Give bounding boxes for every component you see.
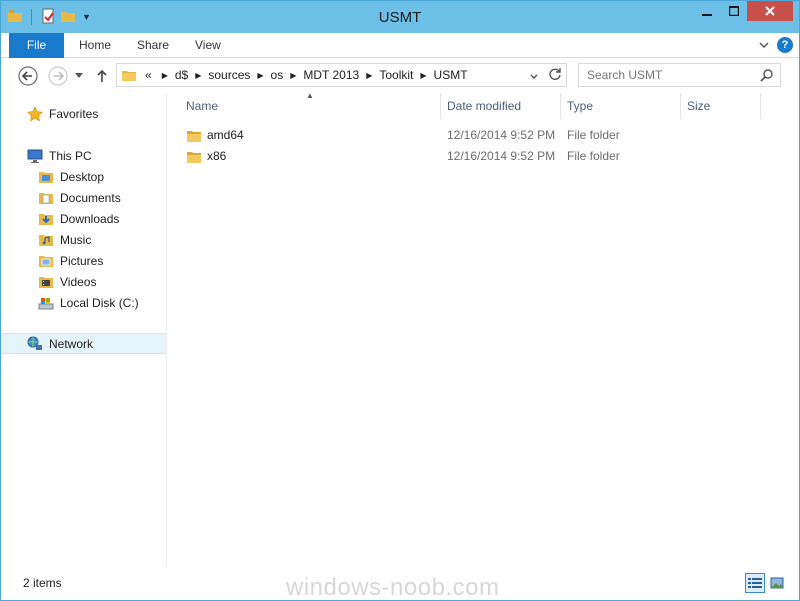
recent-locations-icon[interactable] (71, 65, 87, 87)
up-button[interactable] (93, 65, 111, 87)
folder-icon (186, 149, 202, 165)
folder-icon (121, 67, 137, 83)
videos-folder-icon (38, 274, 54, 290)
file-name: amd64 (207, 128, 244, 142)
nav-this-pc[interactable]: This PC (1, 145, 166, 166)
maximize-button[interactable] (720, 1, 747, 21)
hard-drive-icon (38, 295, 54, 311)
pictures-folder-icon (38, 253, 54, 269)
tab-home[interactable]: Home (79, 33, 111, 58)
file-row[interactable]: amd64 12/16/2014 9:52 PM File folder (168, 125, 762, 146)
file-type: File folder (567, 149, 620, 163)
desktop-folder-icon (38, 169, 54, 185)
ribbon-tabs: File Home Share View ? (1, 33, 799, 58)
nav-label: Pictures (60, 253, 104, 268)
expand-ribbon-icon[interactable] (759, 38, 769, 52)
breadcrumb-item-current[interactable]: USMT (434, 68, 468, 82)
documents-folder-icon (38, 190, 54, 206)
breadcrumb-item[interactable]: MDT 2013 (303, 68, 359, 82)
watermark: windows-noob.com (286, 574, 500, 601)
address-bar[interactable]: « ▶ d$ ▶ sources ▶ os ▶ MDT 2013 ▶ Toolk… (116, 63, 567, 87)
file-name-cell: x86 (186, 146, 226, 167)
window-controls (693, 1, 793, 21)
breadcrumb-item[interactable]: d$ (175, 68, 188, 82)
explorer-window: ▼ USMT File Home Share View ? « ▶ d$ ▶ s… (0, 0, 800, 601)
nav-label: Network (49, 336, 94, 351)
nav-label: Favorites (49, 106, 99, 121)
nav-label: Local Disk (C:) (60, 295, 139, 310)
nav-label: Desktop (60, 169, 105, 184)
nav-label: Videos (60, 274, 97, 289)
breadcrumb-chevron-icon[interactable]: ▶ (420, 71, 426, 80)
ribbon-right-controls: ? (759, 37, 793, 53)
nav-label: Downloads (60, 211, 120, 226)
column-headers: ▲ Name Date modified Type Size (168, 91, 762, 119)
search-placeholder: Search USMT (587, 68, 663, 82)
forward-button[interactable] (47, 65, 69, 87)
tab-share[interactable]: Share (137, 33, 169, 58)
breadcrumb-chevron-icon[interactable]: ▶ (162, 71, 168, 80)
column-header-type[interactable]: Type (561, 93, 681, 119)
file-date: 12/16/2014 9:52 PM (447, 128, 556, 142)
nav-videos[interactable]: Videos (1, 271, 166, 292)
refresh-icon[interactable] (548, 67, 562, 84)
help-icon[interactable]: ? (777, 37, 793, 53)
file-row[interactable]: x86 12/16/2014 9:52 PM File folder (168, 146, 762, 167)
search-icon[interactable] (760, 68, 774, 85)
address-overflow[interactable]: « (145, 68, 152, 82)
details-view-button[interactable] (745, 573, 765, 593)
breadcrumb-item[interactable]: sources (208, 68, 250, 82)
large-icons-view-button[interactable] (767, 573, 787, 593)
column-header-date-modified[interactable]: Date modified (441, 93, 561, 119)
navigation-pane: Favorites This PC Desktop Documents Down… (1, 93, 167, 567)
tab-file[interactable]: File (9, 33, 64, 58)
downloads-folder-icon (38, 211, 54, 227)
computer-icon (27, 148, 43, 164)
window-title: USMT (378, 9, 422, 26)
breadcrumb-chevron-icon[interactable]: ▶ (366, 71, 372, 80)
breadcrumb-chevron-icon[interactable]: ▶ (257, 71, 263, 80)
column-header-name[interactable]: Name (180, 93, 441, 119)
title-bar: ▼ USMT (1, 1, 799, 33)
minimize-button[interactable] (693, 1, 720, 21)
nav-network[interactable]: Network (1, 333, 166, 354)
address-history-icon[interactable] (530, 69, 538, 83)
star-icon (27, 105, 43, 122)
tab-view[interactable]: View (195, 33, 221, 58)
file-name-cell: amd64 (186, 125, 244, 146)
breadcrumb-chevron-icon[interactable]: ▶ (290, 71, 296, 80)
view-switcher (745, 573, 787, 593)
nav-music[interactable]: Music (1, 229, 166, 250)
nav-label: Documents (60, 190, 121, 205)
breadcrumb-item[interactable]: Toolkit (379, 68, 413, 82)
breadcrumb-item[interactable]: os (271, 68, 284, 82)
navigation-bar: « ▶ d$ ▶ sources ▶ os ▶ MDT 2013 ▶ Toolk… (1, 59, 799, 93)
folder-icon (186, 128, 202, 144)
file-date: 12/16/2014 9:52 PM (447, 149, 556, 163)
nav-label: Music (60, 232, 92, 247)
search-input[interactable]: Search USMT (578, 63, 781, 87)
nav-downloads[interactable]: Downloads (1, 208, 166, 229)
file-type: File folder (567, 128, 620, 142)
network-icon (27, 336, 43, 352)
nav-desktop[interactable]: Desktop (1, 166, 166, 187)
address-actions (530, 67, 562, 84)
nav-local-disk[interactable]: Local Disk (C:) (1, 292, 166, 313)
back-button[interactable] (17, 65, 39, 87)
file-list: ▲ Name Date modified Type Size amd64 12/… (168, 91, 799, 567)
column-header-size[interactable]: Size (681, 93, 761, 119)
nav-pictures[interactable]: Pictures (1, 250, 166, 271)
nav-favorites[interactable]: Favorites (1, 103, 166, 124)
item-count: 2 items (23, 576, 62, 590)
nav-label: This PC (49, 148, 92, 163)
close-button[interactable] (747, 1, 793, 21)
nav-documents[interactable]: Documents (1, 187, 166, 208)
file-name: x86 (207, 149, 227, 163)
music-folder-icon (38, 232, 54, 248)
breadcrumb-chevron-icon[interactable]: ▶ (195, 71, 201, 80)
